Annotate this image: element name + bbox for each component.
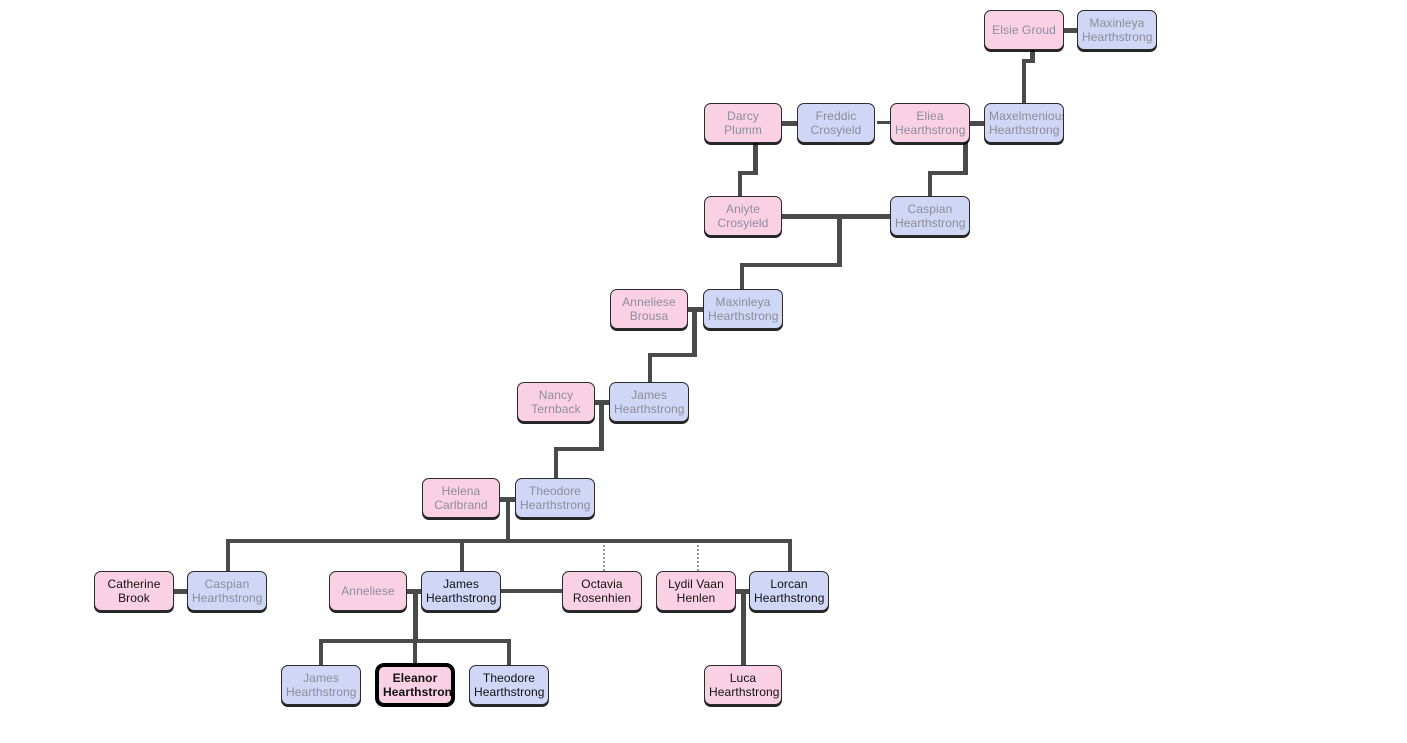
dotted-connector-marry-in-octavia <box>603 545 605 571</box>
person-name-label: James Hearthstrong <box>614 387 685 416</box>
connector-down-to-maxelmenious <box>1022 59 1026 103</box>
person-node-luca_hearthstrong[interactable]: Luca Hearthstrong <box>704 665 782 705</box>
person-name-label: Theodore Hearthstrong <box>474 670 545 699</box>
person-node-caspian_hearthstrong_sr[interactable]: Caspian Hearthstrong <box>890 196 970 236</box>
person-node-maxinleya_hearthstrong_2[interactable]: Maxinleya Hearthstrong <box>703 289 783 329</box>
person-name-label: Theodore Hearthstrong <box>520 483 591 512</box>
connector-drop-lorcan <box>788 539 792 572</box>
person-node-aniyte_crosyield[interactable]: Aniyte Crosyield <box>704 196 782 236</box>
person-name-label: Darcy Plumm <box>724 108 762 137</box>
connector-drop-luca <box>741 589 746 666</box>
person-node-helena_carlbrand[interactable]: Helena Carlbrand <box>422 478 500 518</box>
person-node-maxinleya_hearthstrong[interactable]: Maxinleya Hearthstrong <box>1077 10 1157 50</box>
connector-drop-theodore-jr <box>507 639 511 666</box>
connector-drop-james-jr <box>460 539 464 572</box>
person-node-eliea_hearthstrong[interactable]: Eliea Hearthstrong <box>890 103 970 143</box>
person-name-label: Helena Carlbrand <box>434 483 488 512</box>
person-name-label: Luca Hearthstrong <box>709 670 780 699</box>
connector-down-to-james-sr <box>648 353 652 383</box>
person-node-maxelmenious_hearthstrong[interactable]: Maxelmenious Hearthstrong <box>984 103 1064 143</box>
connector-drop-gen4 <box>692 307 697 356</box>
connector-turn-gen3 <box>740 263 842 267</box>
person-node-james_hearthstrong_iii[interactable]: James Hearthstrong <box>281 665 361 705</box>
connector-drop-eleanor <box>413 639 417 664</box>
person-name-label: Catherine Brook <box>107 576 161 605</box>
person-node-freddic_crosyield[interactable]: Freddic Crosyield <box>797 103 875 143</box>
person-name-label: Nancy Ternback <box>531 387 581 416</box>
person-name-label: Caspian Hearthstrong <box>895 201 966 230</box>
connector-sibbar-gen7 <box>226 539 791 543</box>
person-node-anneliese[interactable]: Anneliese <box>329 571 407 611</box>
connector-drop-james-iii <box>319 639 323 666</box>
connector-down-to-maxinleya2 <box>740 263 744 290</box>
person-node-lorcan_hearthstrong[interactable]: Lorcan Hearthstrong <box>749 571 829 611</box>
person-name-label: Maxinleya Hearthstrong <box>708 294 779 323</box>
connector-down-to-aniyte <box>738 171 742 197</box>
person-node-lydil_vaan_henlen[interactable]: Lydil Vaan Henlen <box>656 571 736 611</box>
person-name-label: Anneliese Brousa <box>622 294 676 323</box>
person-name-label: Maxinleya Hearthstrong <box>1082 15 1153 44</box>
person-name-label: Eleanor Hearthstrong <box>383 670 455 699</box>
person-node-catherine_brook[interactable]: Catherine Brook <box>94 571 174 611</box>
dotted-connector-marry-in-lydil <box>697 545 699 571</box>
person-node-elsie_groud[interactable]: Elsie Groud <box>984 10 1064 50</box>
person-name-label: Aniyte Crosyield <box>717 201 769 230</box>
person-name-label: Eliea Hearthstrong <box>895 108 966 137</box>
person-node-james_hearthstrong_sr[interactable]: James Hearthstrong <box>609 382 689 422</box>
connector-turn-gen2b <box>928 171 968 175</box>
person-node-theodore_hearthstrong_sr[interactable]: Theodore Hearthstrong <box>515 478 595 518</box>
connector-turn-gen5 <box>554 447 604 451</box>
person-name-label: Anneliese <box>341 583 395 598</box>
person-node-octavia_rosenhien[interactable]: Octavia Rosenhien <box>562 571 642 611</box>
person-node-darcy_plumm[interactable]: Darcy Plumm <box>704 103 782 143</box>
person-name-label: James Hearthstrong <box>426 576 497 605</box>
family-tree-canvas: Elsie Groud Maxinleya Hearthstrong Darcy P… <box>0 0 1407 743</box>
connector-sp-jamesjr-octavia <box>498 589 566 593</box>
person-name-label: Caspian Hearthstrong <box>192 576 263 605</box>
connector-down-to-theodore-sr <box>554 447 558 479</box>
person-name-label: Elsie Groud <box>992 22 1056 37</box>
connector-drop-gen6 <box>506 497 510 541</box>
connector-drop-gen7-james <box>413 589 418 642</box>
connector-sp-aniyte-caspian <box>778 214 894 219</box>
person-node-anneliese_brousa[interactable]: Anneliese Brousa <box>610 289 688 329</box>
person-node-nancy_ternback[interactable]: Nancy Ternback <box>517 382 595 422</box>
person-name-label: James Hearthstrong <box>286 670 357 699</box>
person-node-caspian_hearthstrong_jr[interactable]: Caspian Hearthstrong <box>187 571 267 611</box>
person-node-james_hearthstrong_jr[interactable]: James Hearthstrong <box>421 571 501 611</box>
person-name-label: Freddic Crosyield <box>810 108 862 137</box>
person-name-label: Maxelmenious Hearthstrong <box>989 108 1064 137</box>
person-node-eleanor_hearthstrong[interactable]: Eleanor Hearthstrong <box>375 663 455 707</box>
connector-drop-gen5 <box>599 400 604 450</box>
person-name-label: Lydil Vaan Henlen <box>668 576 724 605</box>
connector-down-to-caspian <box>928 171 932 197</box>
person-node-theodore_hearthstrong_jr[interactable]: Theodore Hearthstrong <box>469 665 549 705</box>
connector-drop-gen3 <box>837 214 842 266</box>
connector-drop-caspian-jr <box>226 539 230 572</box>
connector-sib-freddic-eliea <box>877 121 891 124</box>
person-name-label: Octavia Rosenhien <box>572 576 632 605</box>
person-name-label: Lorcan Hearthstrong <box>754 576 825 605</box>
connector-turn-gen4 <box>648 353 697 357</box>
